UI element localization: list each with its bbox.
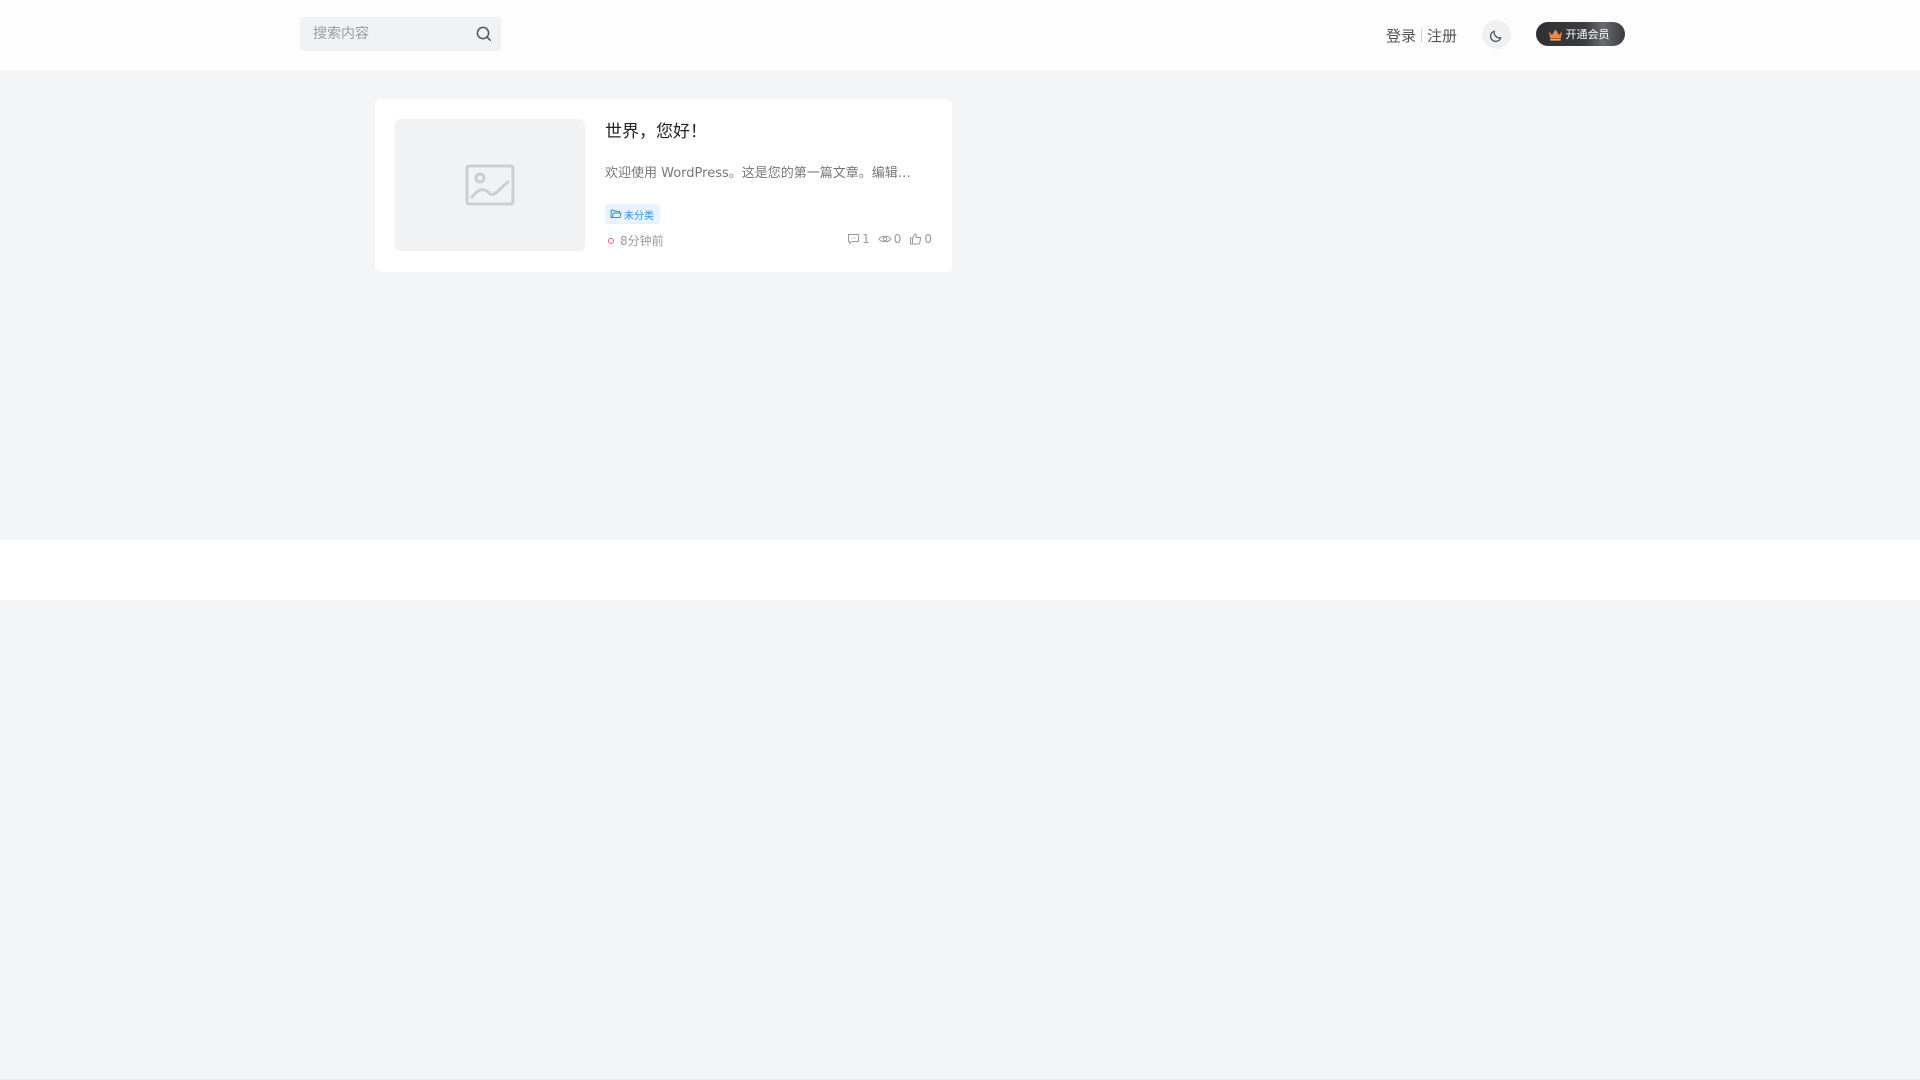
auth-links: 登录 注册 [1386, 25, 1457, 45]
comment-count-value: 1 [862, 232, 870, 246]
category-tag[interactable]: 未分类 [605, 204, 660, 224]
like-count-value: 0 [924, 232, 932, 246]
time-dot-icon [608, 237, 614, 244]
search-icon[interactable] [475, 25, 493, 43]
search-input[interactable] [300, 17, 473, 51]
search-box [300, 17, 501, 51]
comment-count[interactable]: 1 [847, 232, 870, 246]
image-placeholder-icon [465, 164, 515, 206]
view-count-value: 0 [893, 232, 902, 246]
post-card: 世界，您好！ 欢迎使用 WordPress。这是您的第一篇文章。编辑… 未分类 … [375, 99, 952, 272]
vip-button[interactable]: 开通会员 [1536, 22, 1625, 46]
post-stats: 1 0 0 [839, 232, 932, 246]
like-count[interactable]: 0 [909, 232, 932, 246]
crown-icon [1548, 28, 1563, 41]
eye-icon [878, 233, 894, 245]
login-link[interactable]: 登录 [1386, 25, 1416, 46]
post-excerpt: 欢迎使用 WordPress。这是您的第一篇文章。编辑… [605, 166, 911, 181]
category-label: 未分类 [624, 210, 654, 222]
post-time: 8分钟前 [605, 232, 664, 249]
post-title[interactable]: 世界，您好！ [605, 117, 707, 142]
post-thumbnail[interactable] [395, 119, 585, 251]
site-header: 登录 注册 开通会员 [0, 0, 1920, 70]
folder-icon [610, 209, 622, 219]
moon-icon [1489, 27, 1505, 43]
comment-icon [847, 233, 862, 245]
vip-label: 开通会员 [1565, 28, 1610, 41]
thumbs-up-icon [909, 233, 924, 245]
footer [0, 540, 1920, 600]
post-time-label: 8分钟前 [620, 234, 664, 248]
view-count: 0 [878, 232, 902, 246]
auth-divider [1421, 28, 1423, 42]
register-link[interactable]: 注册 [1427, 25, 1457, 46]
theme-toggle-button[interactable] [1482, 20, 1511, 49]
